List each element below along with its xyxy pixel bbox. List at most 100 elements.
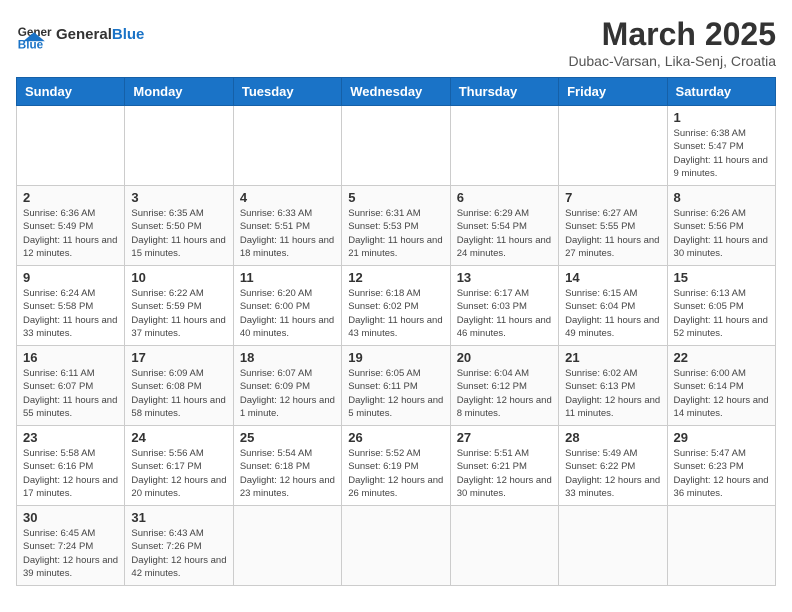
day-info: Sunrise: 6:13 AM Sunset: 6:05 PM Dayligh… xyxy=(674,287,769,340)
location-subtitle: Dubac-Varsan, Lika-Senj, Croatia xyxy=(568,53,776,69)
day-info: Sunrise: 6:26 AM Sunset: 5:56 PM Dayligh… xyxy=(674,207,769,260)
day-info: Sunrise: 6:00 AM Sunset: 6:14 PM Dayligh… xyxy=(674,367,769,420)
day-info: Sunrise: 5:49 AM Sunset: 6:22 PM Dayligh… xyxy=(565,447,660,500)
calendar-cell: 2 Sunrise: 6:36 AM Sunset: 5:49 PM Daylig… xyxy=(17,186,125,266)
day-info: Sunrise: 6:33 AM Sunset: 5:51 PM Dayligh… xyxy=(240,207,335,260)
day-info: Sunrise: 6:15 AM Sunset: 6:04 PM Dayligh… xyxy=(565,287,660,340)
logo: General Blue GeneralBlue xyxy=(16,16,144,52)
calendar-cell: 21 Sunrise: 6:02 AM Sunset: 6:13 PM Dayli… xyxy=(559,346,667,426)
calendar-cell: 23Sunrise: 5:58 AM Sunset: 6:16 PM Dayli… xyxy=(17,426,125,506)
calendar-cell: 3 Sunrise: 6:35 AM Sunset: 5:50 PM Daylig… xyxy=(125,186,233,266)
calendar-cell: 27Sunrise: 5:51 AM Sunset: 6:21 PM Dayli… xyxy=(450,426,558,506)
day-info: Sunrise: 6:31 AM Sunset: 5:53 PM Dayligh… xyxy=(348,207,443,260)
day-number: 15 xyxy=(674,270,769,285)
calendar-cell xyxy=(450,106,558,186)
title-block: March 2025 Dubac-Varsan, Lika-Senj, Croa… xyxy=(568,16,776,69)
calendar-cell: 16 Sunrise: 6:11 AM Sunset: 6:07 PM Dayli… xyxy=(17,346,125,426)
day-number: 2 xyxy=(23,190,118,205)
day-number: 21 xyxy=(565,350,660,365)
calendar-cell: 5 Sunrise: 6:31 AM Sunset: 5:53 PM Daylig… xyxy=(342,186,450,266)
calendar-cell xyxy=(342,506,450,586)
calendar-cell: 17Sunrise: 6:09 AM Sunset: 6:08 PM Dayli… xyxy=(125,346,233,426)
day-info: Sunrise: 6:20 AM Sunset: 6:00 PM Dayligh… xyxy=(240,287,335,340)
calendar-cell: 1Sunrise: 6:38 AM Sunset: 5:47 PM Daylig… xyxy=(667,106,775,186)
calendar-cell: 31 Sunrise: 6:43 AM Sunset: 7:26 PM Dayli… xyxy=(125,506,233,586)
calendar-cell: 6Sunrise: 6:29 AM Sunset: 5:54 PM Daylig… xyxy=(450,186,558,266)
day-info: Sunrise: 5:52 AM Sunset: 6:19 PM Dayligh… xyxy=(348,447,443,500)
day-number: 22 xyxy=(674,350,769,365)
calendar-cell: 18 Sunrise: 6:07 AM Sunset: 6:09 PM Dayli… xyxy=(233,346,341,426)
calendar-cell: 30 Sunrise: 6:45 AM Sunset: 7:24 PM Dayli… xyxy=(17,506,125,586)
day-number: 7 xyxy=(565,190,660,205)
day-info: Sunrise: 6:29 AM Sunset: 5:54 PM Dayligh… xyxy=(457,207,552,260)
calendar-cell: 20 Sunrise: 6:04 AM Sunset: 6:12 PM Dayli… xyxy=(450,346,558,426)
calendar-cell: 13 Sunrise: 6:17 AM Sunset: 6:03 PM Dayli… xyxy=(450,266,558,346)
calendar-cell: 28Sunrise: 5:49 AM Sunset: 6:22 PM Dayli… xyxy=(559,426,667,506)
calendar-week-5: 23Sunrise: 5:58 AM Sunset: 6:16 PM Dayli… xyxy=(17,426,776,506)
page-header: General Blue GeneralBlue March 2025 Duba… xyxy=(16,16,776,69)
calendar-cell: 9Sunrise: 6:24 AM Sunset: 5:58 PM Daylig… xyxy=(17,266,125,346)
day-info: Sunrise: 5:56 AM Sunset: 6:17 PM Dayligh… xyxy=(131,447,226,500)
svg-text:Blue: Blue xyxy=(18,38,44,51)
day-number: 20 xyxy=(457,350,552,365)
day-number: 13 xyxy=(457,270,552,285)
day-number: 8 xyxy=(674,190,769,205)
calendar-cell xyxy=(667,506,775,586)
day-info: Sunrise: 6:36 AM Sunset: 5:49 PM Dayligh… xyxy=(23,207,118,260)
calendar-cell: 25Sunrise: 5:54 AM Sunset: 6:18 PM Dayli… xyxy=(233,426,341,506)
day-header-monday: Monday xyxy=(125,78,233,106)
calendar-cell: 14 Sunrise: 6:15 AM Sunset: 6:04 PM Dayli… xyxy=(559,266,667,346)
day-number: 4 xyxy=(240,190,335,205)
day-number: 16 xyxy=(23,350,118,365)
day-info: Sunrise: 6:24 AM Sunset: 5:58 PM Dayligh… xyxy=(23,287,118,340)
calendar-cell xyxy=(233,106,341,186)
day-number: 29 xyxy=(674,430,769,445)
calendar-header-row: SundayMondayTuesdayWednesdayThursdayFrid… xyxy=(17,78,776,106)
day-info: Sunrise: 6:09 AM Sunset: 6:08 PM Dayligh… xyxy=(131,367,226,420)
calendar-cell: 24 Sunrise: 5:56 AM Sunset: 6:17 PM Dayli… xyxy=(125,426,233,506)
day-info: Sunrise: 6:38 AM Sunset: 5:47 PM Dayligh… xyxy=(674,127,769,180)
calendar-cell xyxy=(559,106,667,186)
calendar-cell: 15 Sunrise: 6:13 AM Sunset: 6:05 PM Dayli… xyxy=(667,266,775,346)
day-number: 18 xyxy=(240,350,335,365)
day-info: Sunrise: 6:35 AM Sunset: 5:50 PM Dayligh… xyxy=(131,207,226,260)
day-header-sunday: Sunday xyxy=(17,78,125,106)
day-info: Sunrise: 6:45 AM Sunset: 7:24 PM Dayligh… xyxy=(23,527,118,580)
calendar-week-6: 30 Sunrise: 6:45 AM Sunset: 7:24 PM Dayli… xyxy=(17,506,776,586)
calendar-cell xyxy=(125,106,233,186)
day-info: Sunrise: 6:07 AM Sunset: 6:09 PM Dayligh… xyxy=(240,367,335,420)
calendar-table: SundayMondayTuesdayWednesdayThursdayFrid… xyxy=(16,77,776,586)
day-header-tuesday: Tuesday xyxy=(233,78,341,106)
day-number: 30 xyxy=(23,510,118,525)
day-info: Sunrise: 6:43 AM Sunset: 7:26 PM Dayligh… xyxy=(131,527,226,580)
calendar-week-2: 2 Sunrise: 6:36 AM Sunset: 5:49 PM Daylig… xyxy=(17,186,776,266)
day-number: 31 xyxy=(131,510,226,525)
day-number: 12 xyxy=(348,270,443,285)
calendar-cell: 29 Sunrise: 5:47 AM Sunset: 6:23 PM Dayli… xyxy=(667,426,775,506)
day-number: 5 xyxy=(348,190,443,205)
month-title: March 2025 xyxy=(568,16,776,53)
day-info: Sunrise: 6:17 AM Sunset: 6:03 PM Dayligh… xyxy=(457,287,552,340)
calendar-cell xyxy=(342,106,450,186)
calendar-week-4: 16 Sunrise: 6:11 AM Sunset: 6:07 PM Dayli… xyxy=(17,346,776,426)
day-number: 25 xyxy=(240,430,335,445)
day-info: Sunrise: 6:02 AM Sunset: 6:13 PM Dayligh… xyxy=(565,367,660,420)
calendar-cell: 8 Sunrise: 6:26 AM Sunset: 5:56 PM Daylig… xyxy=(667,186,775,266)
day-number: 27 xyxy=(457,430,552,445)
day-number: 19 xyxy=(348,350,443,365)
day-number: 10 xyxy=(131,270,226,285)
day-number: 23 xyxy=(23,430,118,445)
day-number: 24 xyxy=(131,430,226,445)
day-info: Sunrise: 6:11 AM Sunset: 6:07 PM Dayligh… xyxy=(23,367,118,420)
day-info: Sunrise: 6:04 AM Sunset: 6:12 PM Dayligh… xyxy=(457,367,552,420)
calendar-cell: 10Sunrise: 6:22 AM Sunset: 5:59 PM Dayli… xyxy=(125,266,233,346)
day-number: 14 xyxy=(565,270,660,285)
calendar-cell xyxy=(17,106,125,186)
day-info: Sunrise: 5:47 AM Sunset: 6:23 PM Dayligh… xyxy=(674,447,769,500)
day-header-friday: Friday xyxy=(559,78,667,106)
day-info: Sunrise: 6:27 AM Sunset: 5:55 PM Dayligh… xyxy=(565,207,660,260)
day-number: 26 xyxy=(348,430,443,445)
calendar-cell xyxy=(450,506,558,586)
calendar-cell: 4 Sunrise: 6:33 AM Sunset: 5:51 PM Daylig… xyxy=(233,186,341,266)
day-number: 3 xyxy=(131,190,226,205)
